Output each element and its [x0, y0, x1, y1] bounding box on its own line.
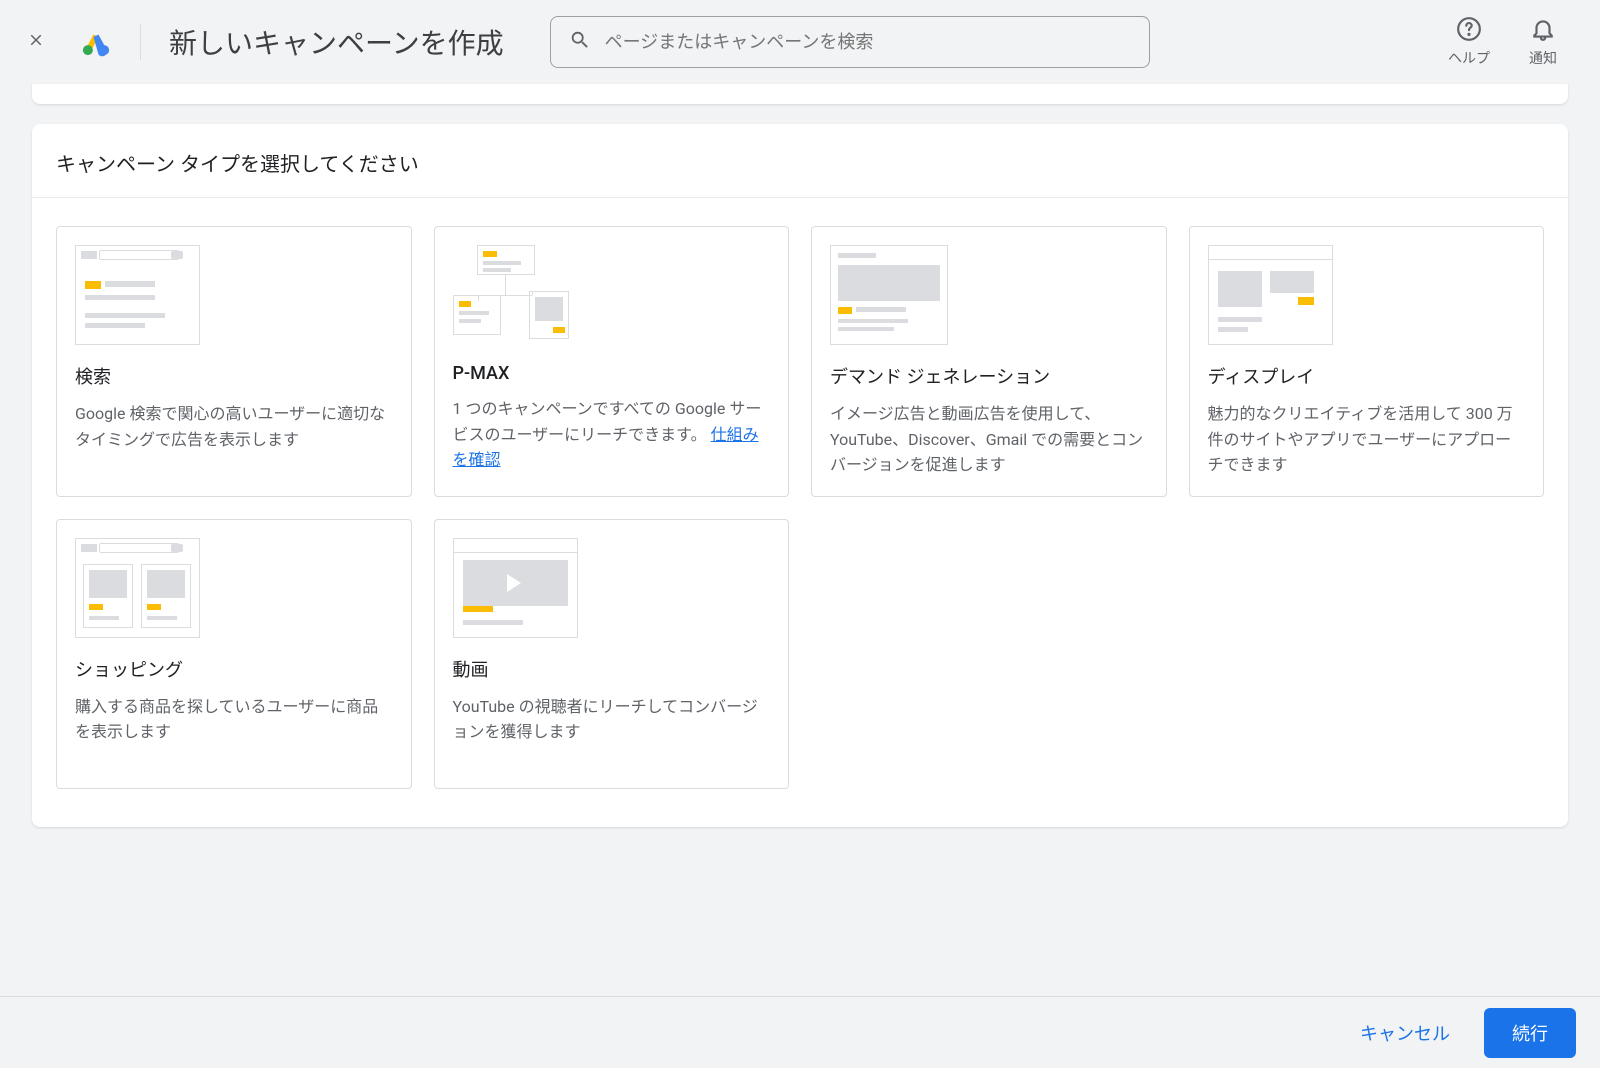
search-thumb-icon [75, 245, 200, 345]
help-label: ヘルプ [1448, 48, 1490, 68]
cancel-button[interactable]: キャンセル [1344, 1010, 1466, 1056]
section-title: キャンペーン タイプを選択してください [32, 124, 1568, 198]
option-video[interactable]: 動画 YouTube の視聴者にリーチしてコンバージョンを獲得します [434, 519, 790, 789]
option-display[interactable]: ディスプレイ 魅力的なクリエイティブを活用して 300 万件のサイトやアプリでユ… [1189, 226, 1545, 497]
card-desc: 購入する商品を探しているユーザーに商品を表示します [75, 694, 393, 745]
notifications-button[interactable]: 通知 [1518, 16, 1568, 68]
header-actions: ヘルプ 通知 [1444, 16, 1568, 68]
shopping-thumb-icon [75, 538, 200, 638]
option-pmax[interactable]: P-MAX 1 つのキャンペーンですべての Google サービスのユーザーにリ… [434, 226, 790, 497]
card-desc: Google 検索で関心の高いユーザーに適切なタイミングで広告を表示します [75, 401, 393, 452]
display-thumb-icon [1208, 245, 1333, 345]
footer-bar: キャンセル 続行 [0, 996, 1600, 1068]
video-thumb-icon [453, 538, 578, 638]
help-icon [1456, 16, 1482, 46]
help-button[interactable]: ヘルプ [1444, 16, 1494, 68]
search-icon [569, 29, 605, 55]
option-demand-gen[interactable]: デマンド ジェネレーション イメージ広告と動画広告を使用して、YouTube、D… [811, 226, 1167, 497]
search-input[interactable] [605, 32, 1131, 53]
campaign-type-grid: 検索 Google 検索で関心の高いユーザーに適切なタイミングで広告を表示します [32, 198, 1568, 827]
option-shopping[interactable]: ショッピング 購入する商品を探しているユーザーに商品を表示します [56, 519, 412, 789]
card-title: 検索 [75, 363, 393, 389]
card-desc: イメージ広告と動画広告を使用して、YouTube、Discover、Gmail … [830, 401, 1148, 478]
page-title: 新しいキャンペーンを作成 [169, 22, 504, 62]
card-title: P-MAX [453, 363, 771, 384]
google-ads-logo [80, 26, 112, 58]
card-desc: YouTube の視聴者にリーチしてコンバージョンを獲得します [453, 694, 771, 745]
bell-icon [1530, 16, 1556, 46]
app-header: 新しいキャンペーンを作成 ヘルプ 通知 [0, 0, 1600, 84]
card-title: デマンド ジェネレーション [830, 363, 1148, 389]
notifications-label: 通知 [1529, 48, 1557, 68]
vertical-divider [140, 24, 141, 60]
close-icon [27, 31, 45, 53]
card-title: ショッピング [75, 656, 393, 682]
previous-card-edge [32, 84, 1568, 104]
campaign-type-card: キャンペーン タイプを選択してください 検索 Google 検索で関心の高いユー… [32, 124, 1568, 827]
option-search[interactable]: 検索 Google 検索で関心の高いユーザーに適切なタイミングで広告を表示します [56, 226, 412, 497]
continue-button[interactable]: 続行 [1484, 1008, 1576, 1058]
close-button[interactable] [16, 22, 56, 62]
search-box[interactable] [550, 16, 1150, 68]
card-title: ディスプレイ [1208, 363, 1526, 389]
demand-thumb-icon [830, 245, 955, 345]
card-desc: 魅力的なクリエイティブを活用して 300 万件のサイトやアプリでユーザーにアプロ… [1208, 401, 1526, 478]
card-title: 動画 [453, 656, 771, 682]
pmax-thumb-icon [453, 245, 578, 345]
card-desc: 1 つのキャンペーンですべての Google サービスのユーザーにリーチできます… [453, 396, 771, 473]
